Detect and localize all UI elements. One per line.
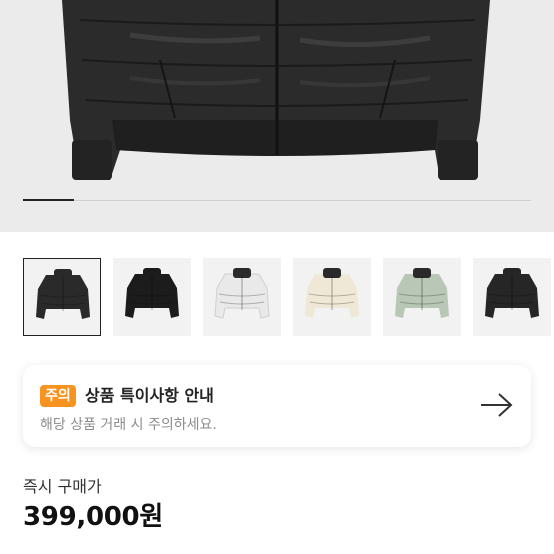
gallery-progress-track — [23, 199, 531, 201]
black-glossy-jacket-thumbnail — [125, 268, 179, 318]
thumbnail-strip — [23, 258, 554, 338]
sage-jacket-thumbnail — [395, 268, 449, 318]
thumbnail-6[interactable] — [473, 258, 551, 336]
black-jacket-thumbnail-2 — [485, 268, 539, 318]
black-puffer-jacket-image — [62, 0, 490, 180]
white-jacket-thumbnail — [214, 268, 270, 319]
gallery-progress-fill — [23, 199, 74, 201]
thumbnail-1[interactable] — [23, 258, 101, 336]
thumbnail-2[interactable] — [113, 258, 191, 336]
black-matte-jacket-thumbnail — [36, 269, 90, 319]
buy-now-price: 399,000원 — [23, 502, 163, 532]
product-hero-image[interactable] — [0, 0, 554, 232]
notice-subtitle: 해당 상품 거래 시 주의하세요. — [40, 417, 217, 433]
thumbnail-4[interactable] — [293, 258, 371, 336]
product-notice-card[interactable]: 주의 상품 특이사항 안내 해당 상품 거래 시 주의하세요. — [23, 365, 531, 447]
buy-now-price-label: 즉시 구매가 — [23, 477, 102, 496]
caution-badge: 주의 — [40, 385, 76, 407]
thumbnail-3[interactable] — [203, 258, 281, 336]
thumbnail-5[interactable] — [383, 258, 461, 336]
notice-title: 상품 특이사항 안내 — [85, 386, 214, 405]
cream-jacket-thumbnail — [305, 268, 359, 318]
arrow-right-icon[interactable] — [479, 391, 515, 419]
